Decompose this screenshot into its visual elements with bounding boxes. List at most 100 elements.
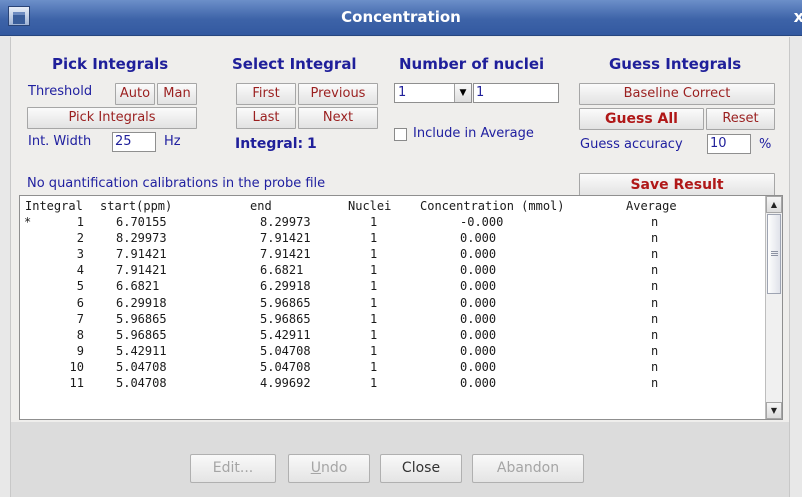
cell-end: 5.96865 — [260, 311, 311, 326]
last-button[interactable]: Last — [236, 107, 296, 129]
table-row[interactable]: 9 5.42911 5.04708 1 0.000 n — [20, 344, 765, 360]
abandon-button[interactable]: Abandon — [472, 454, 584, 483]
int-width-field[interactable]: 25 — [112, 132, 156, 152]
cell-average: n — [651, 279, 659, 294]
save-result-button[interactable]: Save Result — [579, 173, 775, 197]
nuclei-header: Number of nuclei — [399, 55, 545, 73]
cell-concentration: 0.000 — [460, 279, 497, 294]
cell-integral: 3 — [76, 247, 84, 262]
cell-nuclei: 1 — [370, 231, 378, 246]
table-row[interactable]: 2 8.29973 7.91421 1 0.000 n — [20, 231, 765, 247]
cell-integral: 1 — [76, 215, 84, 229]
scroll-grip-icon — [771, 251, 778, 252]
cell-nuclei: 1 — [370, 215, 378, 229]
table-row[interactable]: 10 5.04708 5.04708 1 0.000 n — [20, 360, 765, 376]
cell-integral: 10 — [69, 359, 84, 374]
cell-average: n — [651, 295, 659, 310]
threshold-label: Threshold — [28, 84, 93, 99]
title-bar: Concentration x — [0, 0, 802, 36]
current-integral-label: Integral: — [235, 136, 304, 152]
cell-end: 7.91421 — [260, 247, 311, 262]
cell-average: n — [651, 231, 659, 246]
cell-start: 5.96865 — [116, 311, 167, 326]
cell-average: n — [651, 343, 659, 358]
guess-accuracy-label: Guess accuracy — [580, 137, 683, 152]
cell-end: 4.99692 — [260, 376, 311, 390]
col-header-average: Average — [626, 199, 677, 213]
man-button[interactable]: Man — [157, 83, 197, 105]
cell-concentration: 0.000 — [460, 311, 497, 326]
dialog-content: Pick Integrals Threshold Auto Man Pick I… — [10, 37, 790, 422]
results-table[interactable]: Integral start(ppm) end Nuclei Concentra… — [19, 195, 783, 420]
cell-concentration: -0.000 — [460, 215, 504, 229]
cell-end: 8.29973 — [260, 215, 311, 229]
cell-average: n — [651, 247, 659, 262]
cell-concentration: 0.000 — [460, 327, 497, 342]
int-width-unit: Hz — [164, 134, 181, 149]
scroll-thumb[interactable] — [767, 214, 781, 294]
cell-end: 5.04708 — [260, 343, 311, 358]
cell-start: 6.6821 — [116, 279, 160, 294]
edit-button[interactable]: Edit... — [190, 454, 276, 483]
cell-start: 5.42911 — [116, 343, 167, 358]
table-row[interactable]: 8 5.96865 5.42911 1 0.000 n — [20, 328, 765, 344]
guess-accuracy-field[interactable]: 10 — [707, 134, 751, 154]
cell-average: n — [651, 215, 659, 229]
undo-rest: ndo — [320, 460, 348, 476]
cell-start: 8.29973 — [116, 231, 167, 246]
close-button[interactable]: Close — [380, 454, 462, 483]
table-row[interactable]: 7 5.96865 5.96865 1 0.000 n — [20, 312, 765, 328]
cell-integral: 6 — [76, 295, 84, 310]
close-icon[interactable]: x — [794, 7, 802, 26]
cell-nuclei: 1 — [370, 311, 378, 326]
vertical-scrollbar[interactable]: ▲ ▼ — [765, 196, 782, 419]
cell-concentration: 0.000 — [460, 231, 497, 246]
first-button[interactable]: First — [236, 83, 296, 105]
guess-all-button[interactable]: Guess All — [579, 108, 704, 130]
table-row[interactable]: 4 7.91421 6.6821 1 0.000 n — [20, 263, 765, 279]
cell-nuclei: 1 — [370, 376, 378, 390]
reset-button[interactable]: Reset — [706, 108, 775, 130]
cell-start: 7.91421 — [116, 263, 167, 278]
scroll-grip-line — [771, 255, 778, 256]
scroll-up-icon[interactable]: ▲ — [766, 196, 782, 213]
nuclei-select[interactable]: 1 ▼ — [394, 83, 472, 103]
cell-concentration: 0.000 — [460, 343, 497, 358]
cell-end: 6.29918 — [260, 279, 311, 294]
cell-concentration: 0.000 — [460, 295, 497, 310]
cell-integral: 8 — [76, 327, 84, 342]
cell-average: n — [651, 376, 659, 390]
status-message: No quantification calibrations in the pr… — [27, 176, 326, 191]
cell-nuclei: 1 — [370, 263, 378, 278]
undo-button[interactable]: Undo — [288, 454, 370, 483]
table-header: Integral start(ppm) end Nuclei Concentra… — [20, 199, 765, 215]
row-marker: * — [24, 215, 32, 229]
cell-nuclei: 1 — [370, 343, 378, 358]
undo-mnemonic: U — [310, 460, 321, 476]
cell-concentration: 0.000 — [460, 263, 497, 278]
combo-arrow-icon[interactable]: ▼ — [454, 84, 471, 102]
pick-integrals-button[interactable]: Pick Integrals — [27, 107, 197, 129]
table-row[interactable]: 11 5.04708 4.99692 1 0.000 n — [20, 376, 765, 392]
nuclei-select-value: 1 — [398, 85, 407, 100]
include-average-label: Include in Average — [413, 126, 534, 141]
guess-integrals-header: Guess Integrals — [609, 55, 742, 73]
cell-start: 5.04708 — [116, 359, 167, 374]
table-row[interactable]: 5 6.6821 6.29918 1 0.000 n — [20, 279, 765, 295]
auto-button[interactable]: Auto — [115, 83, 155, 105]
cell-integral: 7 — [76, 311, 84, 326]
cell-end: 5.04708 — [260, 359, 311, 374]
baseline-correct-button[interactable]: Baseline Correct — [579, 83, 775, 105]
nuclei-field[interactable]: 1 — [473, 83, 559, 103]
include-average-checkbox[interactable] — [394, 128, 407, 141]
int-width-label: Int. Width — [28, 134, 92, 149]
table-row[interactable]: 6 6.29918 5.96865 1 0.000 n — [20, 296, 765, 312]
guess-accuracy-unit: % — [759, 137, 772, 152]
previous-button[interactable]: Previous — [298, 83, 378, 105]
cell-end: 7.91421 — [260, 231, 311, 246]
next-button[interactable]: Next — [298, 107, 378, 129]
scroll-down-icon[interactable]: ▼ — [766, 402, 782, 419]
col-header-nuclei: Nuclei — [348, 199, 392, 213]
table-row[interactable]: 3 7.91421 7.91421 1 0.000 n — [20, 247, 765, 263]
table-row[interactable]: * 1 6.70155 8.29973 1 -0.000 n — [20, 215, 765, 231]
